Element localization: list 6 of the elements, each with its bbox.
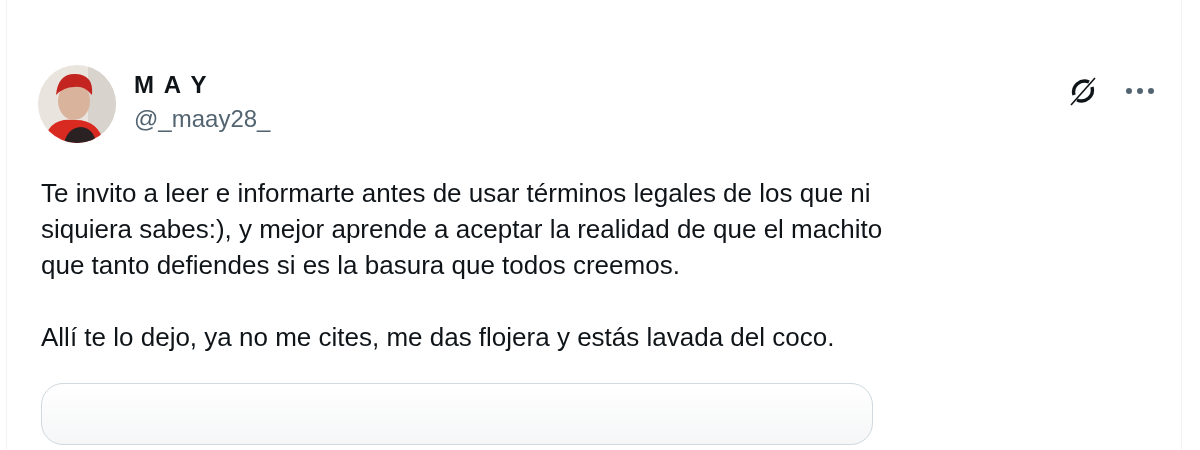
- more-icon[interactable]: [1125, 87, 1155, 95]
- author-handle[interactable]: @_maay28_: [134, 105, 271, 133]
- post-text: Allí te lo dejo, ya no me cites, me das flojera y estás lavada del coco.: [41, 321, 836, 354]
- post-text: Te invito a leer e informarte antes de usar términos legales de los que ni siquiera sabes:), y mejor aprende a aceptar la realidad de que el machito que tanto defiendes si es la basura que todos creemos.: [41, 177, 884, 282]
- author-name[interactable]: M A Y: [134, 71, 271, 99]
- slashed-circle-icon[interactable]: [1067, 75, 1099, 107]
